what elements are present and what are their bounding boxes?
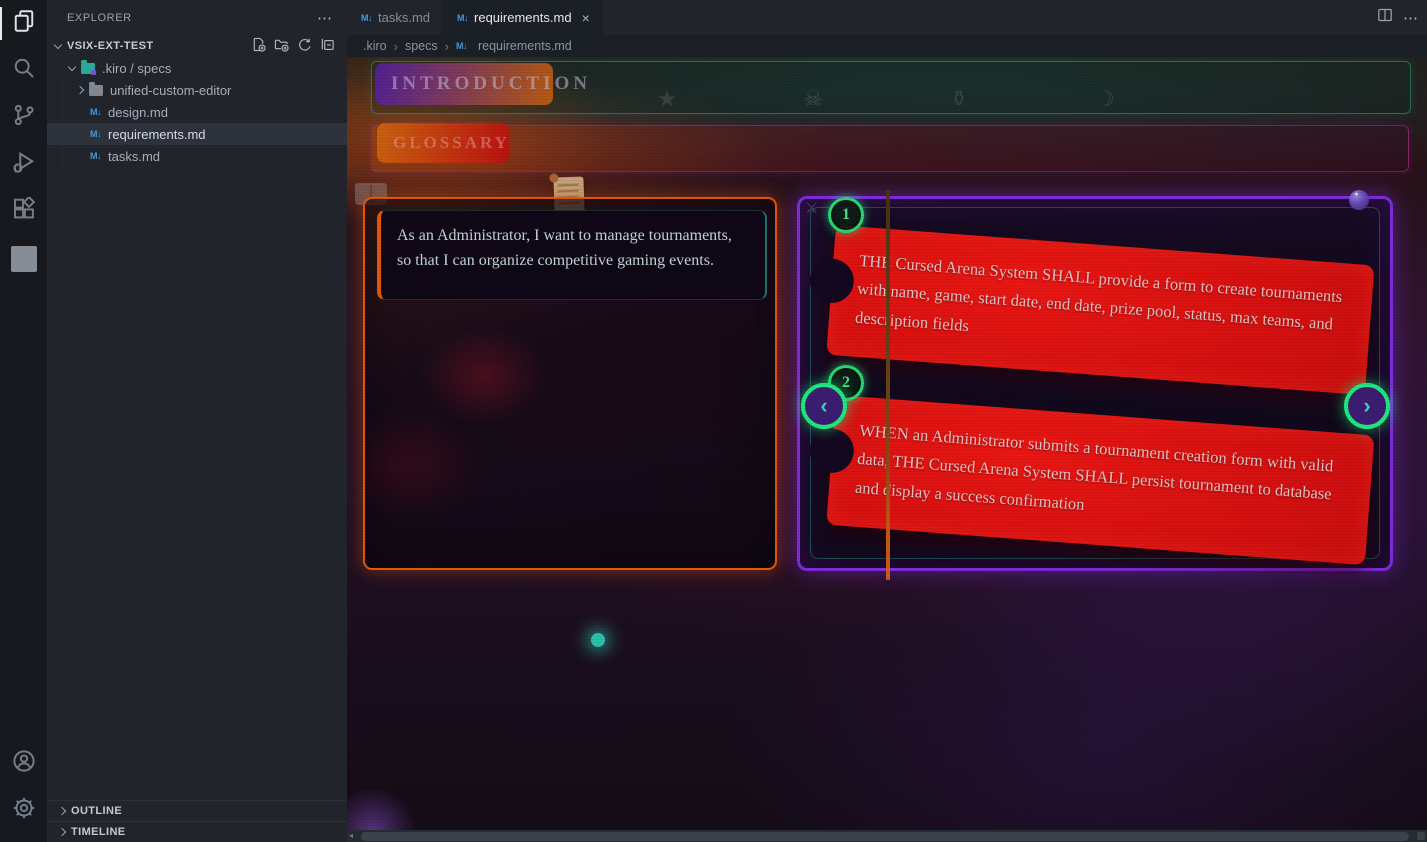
carousel-prev-button[interactable]: ‹ xyxy=(801,383,847,429)
requirement-text: WHEN an Administrator submits a tourname… xyxy=(854,420,1334,514)
glossary-section-box xyxy=(371,125,1409,172)
activity-source-control-button[interactable] xyxy=(0,94,47,141)
tree-item-label: unified-custom-editor xyxy=(110,82,232,98)
tab-requirements-md[interactable]: M↓ requirements.md × xyxy=(443,0,603,35)
folder-icon xyxy=(81,59,96,75)
vertical-seam-line xyxy=(886,190,890,580)
tree-item-label: tasks.md xyxy=(108,148,161,164)
chevron-right-icon xyxy=(57,827,67,837)
extensions-icon xyxy=(12,195,36,226)
breadcrumb-specs[interactable]: specs xyxy=(405,39,438,53)
activity-bar xyxy=(0,0,47,842)
workspace-name: VSIX-EXT-TEST xyxy=(67,40,154,52)
workspace-section-header[interactable]: VSIX-EXT-TEST xyxy=(47,35,347,57)
breadcrumb-kiro[interactable]: .kiro xyxy=(363,39,387,53)
folder-icon xyxy=(89,81,103,96)
chevron-down-icon xyxy=(67,62,77,72)
editor-more-actions-button[interactable]: ⋯ xyxy=(1403,9,1419,27)
markdown-icon: M↓ xyxy=(90,151,102,161)
breadcrumb-file[interactable]: requirements.md xyxy=(478,39,572,53)
chevron-right-icon xyxy=(57,806,67,816)
settings-button[interactable] xyxy=(0,787,47,834)
sidebar-title: EXPLORER xyxy=(67,11,132,24)
tab-label: tasks.md xyxy=(378,10,431,25)
tab-bar: M↓ tasks.md M↓ requirements.md × ⋯ xyxy=(347,0,1427,35)
sparkle-icon: ✦ xyxy=(1353,190,1360,199)
custom-extension-icon xyxy=(10,245,37,272)
new-folder-button[interactable] xyxy=(274,37,289,55)
file-tree: .kiro / specs unified-custom-editor M↓ d… xyxy=(47,57,347,167)
user-story-text: As an Administrator, I want to manage to… xyxy=(397,227,732,269)
tree-item-design-md[interactable]: M↓ design.md xyxy=(47,101,347,123)
user-stories-panel: As an Administrator, I want to manage to… xyxy=(363,197,777,570)
files-icon xyxy=(12,9,36,38)
gear-icon xyxy=(12,796,36,825)
teal-glow-dot xyxy=(591,633,605,647)
candle-icon: ⚱ xyxy=(949,86,969,111)
chevron-right-icon: › xyxy=(1363,393,1371,418)
editor-group: M↓ tasks.md M↓ requirements.md × ⋯ .kiro… xyxy=(347,0,1427,842)
tree-item-label: .kiro / specs xyxy=(102,60,172,76)
outline-section-header[interactable]: OUTLINE xyxy=(47,800,347,821)
markdown-icon: M↓ xyxy=(90,107,102,117)
scroll-left-arrow[interactable]: ◂ xyxy=(349,831,353,840)
carousel-next-button[interactable]: › xyxy=(1344,383,1390,429)
refresh-button[interactable] xyxy=(297,37,312,55)
tree-item-kiro-specs[interactable]: .kiro / specs xyxy=(47,57,347,79)
outline-label: OUTLINE xyxy=(71,805,123,817)
breadcrumb-separator: › xyxy=(444,38,449,54)
indent-guide xyxy=(62,79,63,167)
requirement-text: THE Cursed Arena System SHALL provide a … xyxy=(854,250,1343,335)
crossed-swords-icon: ⚔ xyxy=(805,200,819,217)
user-story-card[interactable]: As an Administrator, I want to manage to… xyxy=(377,210,767,300)
tab-label: requirements.md xyxy=(474,10,572,25)
skull-icon: ☠ xyxy=(803,86,823,111)
account-icon xyxy=(12,749,36,778)
account-button[interactable] xyxy=(0,740,47,787)
tree-item-unified-custom-editor[interactable]: unified-custom-editor xyxy=(47,79,347,101)
requirement-number-badge: 1 xyxy=(828,197,864,233)
tab-tasks-md[interactable]: M↓ tasks.md xyxy=(347,0,444,35)
search-icon xyxy=(12,56,36,85)
explorer-sidebar: EXPLORER ⋯ VSIX-EXT-TEST .kiro / specs u… xyxy=(47,0,347,842)
markdown-icon: M↓ xyxy=(361,12,373,23)
custom-editor-content: ★ ☠ ⚱ ☽ INTRODUCTION GLOSSARY As an Admi… xyxy=(347,57,1427,842)
chevron-right-icon xyxy=(75,85,85,95)
star-icon: ★ xyxy=(657,86,677,111)
glossary-heading: GLOSSARY xyxy=(377,123,509,163)
chevron-down-icon xyxy=(53,40,63,50)
split-editor-button[interactable] xyxy=(1377,7,1393,28)
activity-explorer-button[interactable] xyxy=(0,0,47,47)
activity-extensions-button[interactable] xyxy=(0,188,47,235)
tree-item-requirements-md[interactable]: M↓ requirements.md xyxy=(47,123,347,145)
activity-search-button[interactable] xyxy=(0,47,47,94)
tree-item-label: requirements.md xyxy=(108,126,206,142)
timeline-label: TIMELINE xyxy=(71,826,126,838)
ghost-icon: ☽ xyxy=(1095,86,1115,111)
crystal-ball-icon: ✦ xyxy=(1349,190,1369,210)
introduction-heading: INTRODUCTION xyxy=(375,63,587,105)
close-icon[interactable]: × xyxy=(582,10,590,26)
tree-item-label: design.md xyxy=(108,104,168,120)
horizontal-scrollbar: ◂ xyxy=(347,830,1427,842)
markdown-icon: M↓ xyxy=(455,41,468,51)
markdown-icon: M↓ xyxy=(457,12,469,23)
breadcrumb: .kiro › specs › M↓ requirements.md xyxy=(347,35,1427,57)
scrollbar-thumb[interactable] xyxy=(361,831,1409,841)
new-file-button[interactable] xyxy=(251,37,266,55)
markdown-icon: M↓ xyxy=(90,129,102,139)
timeline-section-header[interactable]: TIMELINE xyxy=(47,821,347,842)
breadcrumb-separator: › xyxy=(393,38,398,54)
tree-item-tasks-md[interactable]: M↓ tasks.md xyxy=(47,145,347,167)
activity-custom-view-button[interactable] xyxy=(0,235,47,282)
explorer-more-actions-button[interactable]: ⋯ xyxy=(317,9,333,27)
git-branch-icon xyxy=(12,103,36,132)
activity-run-debug-button[interactable] xyxy=(0,141,47,188)
debug-icon xyxy=(12,150,36,179)
scrollbar-cap xyxy=(1417,832,1425,840)
chevron-left-icon: ‹ xyxy=(820,393,828,418)
collapse-all-button[interactable] xyxy=(320,37,335,55)
